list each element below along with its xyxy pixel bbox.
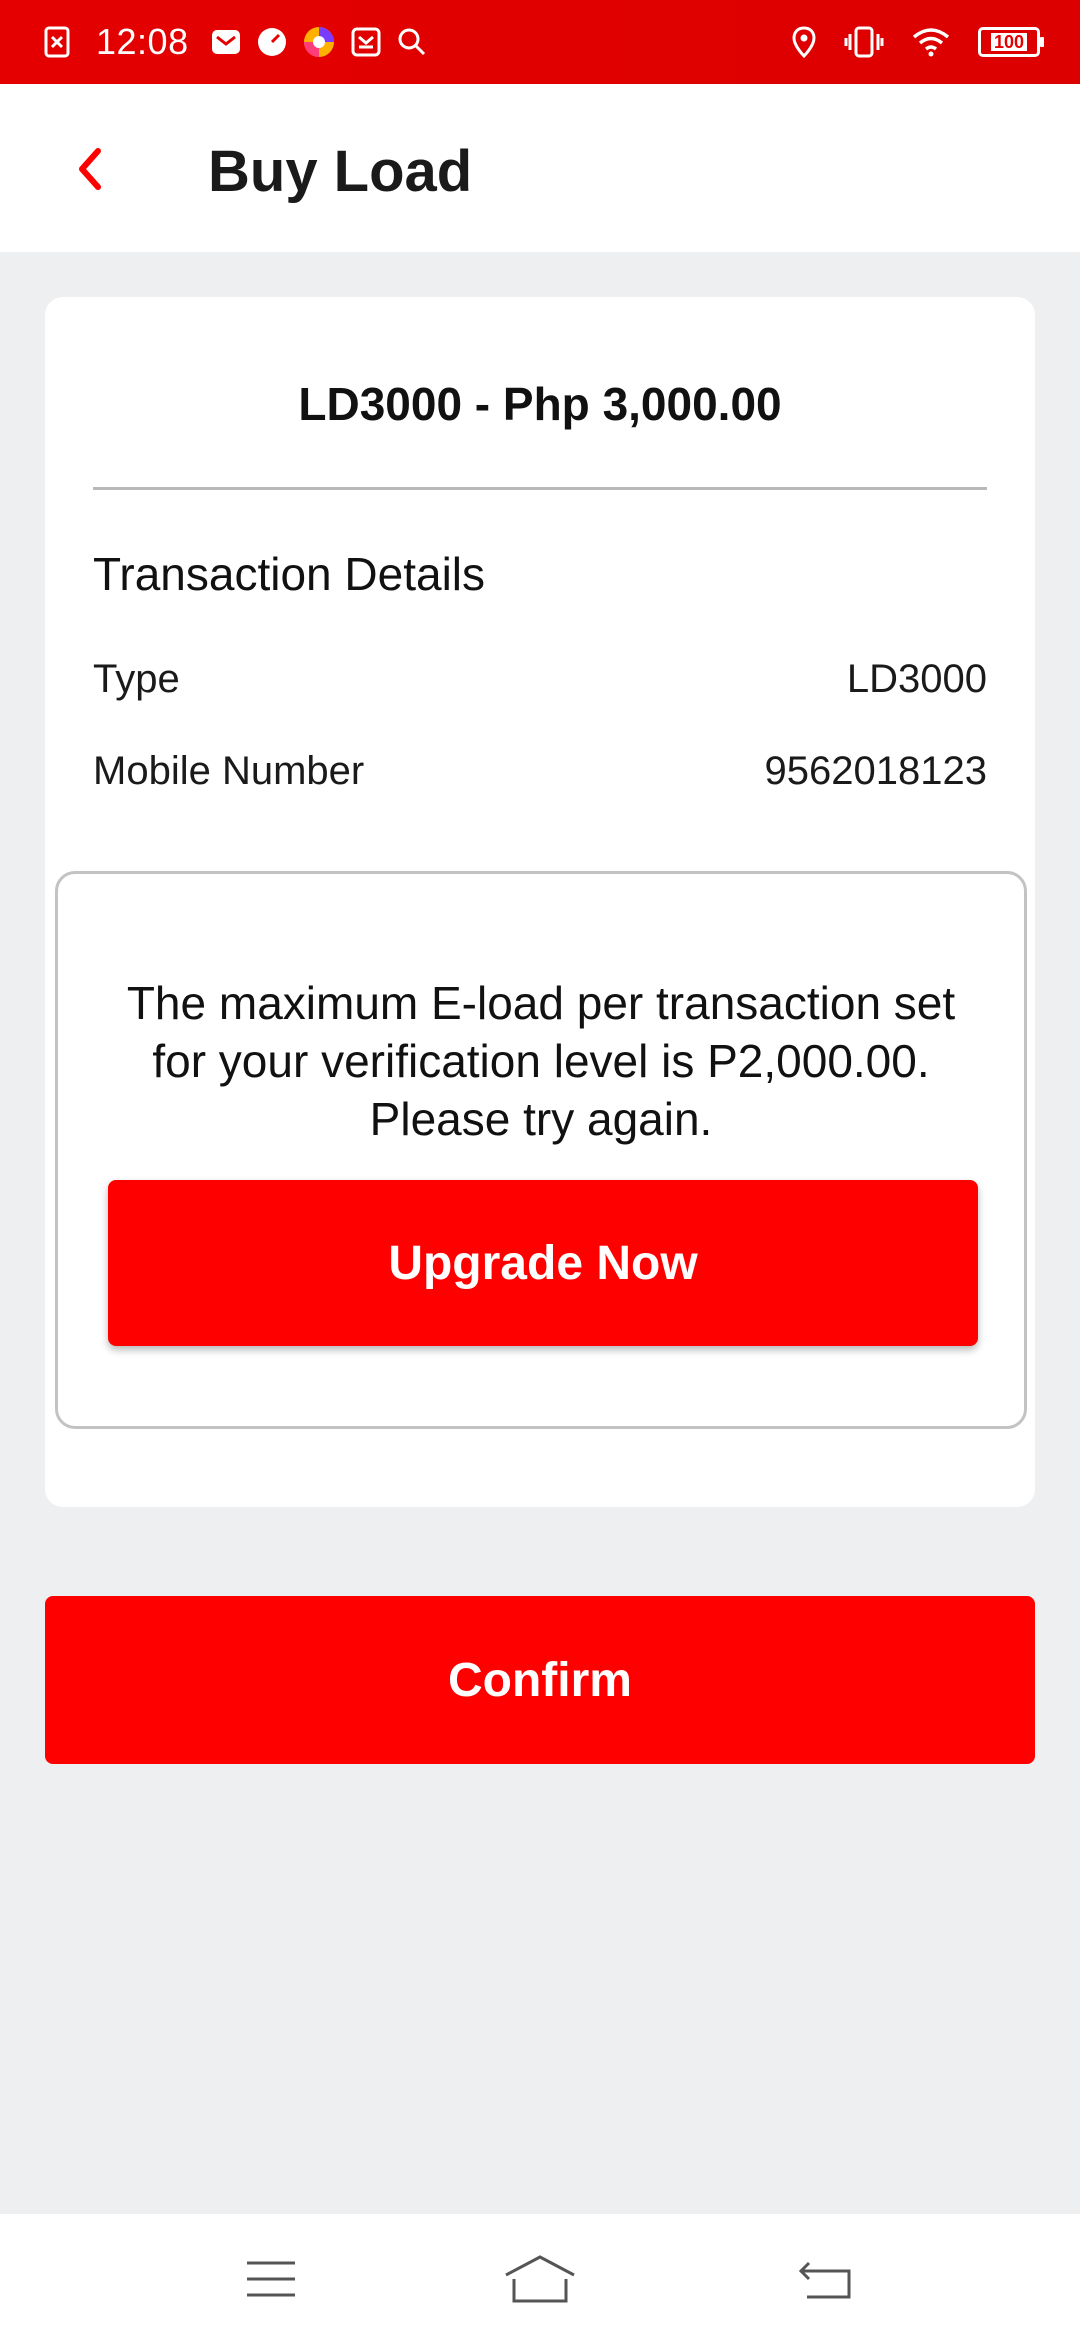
menu-icon <box>247 2261 295 2297</box>
close-box-icon <box>44 26 70 58</box>
upgrade-now-button[interactable]: Upgrade Now <box>108 1180 978 1346</box>
section-title: Transaction Details <box>93 548 486 600</box>
wifi-icon <box>912 27 950 57</box>
detail-label: Mobile Number <box>93 749 365 793</box>
chevron-left-icon <box>79 148 101 190</box>
mail-icon <box>211 27 241 57</box>
battery-icon: 100 <box>978 27 1044 57</box>
confirm-button[interactable]: Confirm <box>45 1596 1035 1764</box>
navigation-bar <box>0 2214 1080 2340</box>
status-time: 12:08 <box>96 21 189 62</box>
divider <box>93 487 987 490</box>
nav-home-button[interactable] <box>495 2244 585 2314</box>
browser-icon <box>303 26 335 58</box>
nav-menu-button[interactable] <box>226 2244 316 2314</box>
back-button[interactable] <box>54 134 124 204</box>
detail-value: 9562018123 <box>764 749 987 793</box>
inbox-icon <box>351 27 381 57</box>
status-bar-right: 100 <box>764 18 1044 66</box>
detail-row-mobile-number: Mobile Number 9562018123 <box>93 749 987 794</box>
home-icon <box>505 2255 575 2303</box>
search-icon <box>397 27 427 57</box>
clock-icon <box>257 27 287 57</box>
page-title: Buy Load <box>208 139 473 204</box>
back-icon <box>798 2261 851 2299</box>
detail-value: LD3000 <box>846 657 987 701</box>
battery-level: 100 <box>990 33 1028 51</box>
location-icon <box>792 26 816 58</box>
vibrate-icon <box>844 26 884 58</box>
app-header: Buy Load <box>0 84 1080 252</box>
limit-notice-text: The maximum E-load per transaction set f… <box>126 977 956 1145</box>
detail-label: Type <box>93 657 180 701</box>
limit-notice-box: The maximum E-load per transaction set f… <box>55 871 1027 1429</box>
status-bar-left: 12:08 <box>44 18 443 66</box>
transaction-card: LD3000 - Php 3,000.00 Transaction Detail… <box>45 297 1035 1507</box>
detail-row-type: Type LD3000 <box>93 657 987 702</box>
nav-back-button[interactable] <box>780 2244 870 2314</box>
product-title: LD3000 - Php 3,000.00 <box>298 378 782 430</box>
status-bar: 12:08 100 <box>0 0 1080 84</box>
